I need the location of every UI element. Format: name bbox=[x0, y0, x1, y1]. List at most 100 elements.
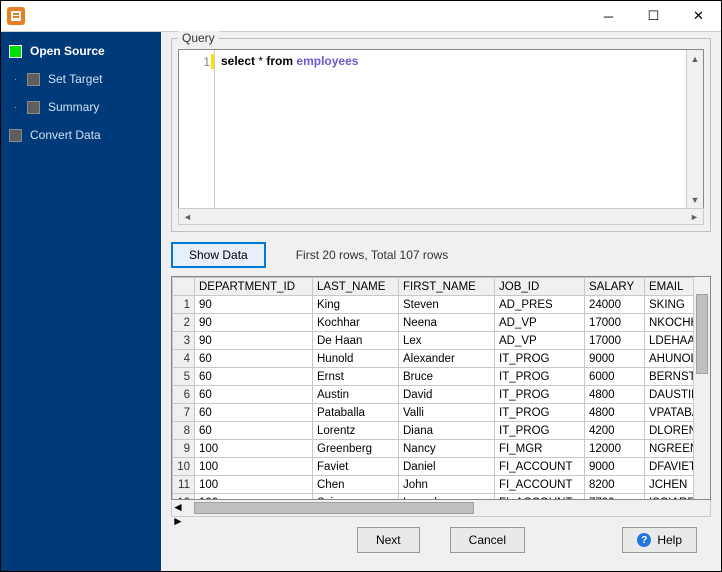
column-header[interactable]: FIRST_NAME bbox=[399, 278, 495, 296]
table-horizontal-scrollbar[interactable]: ◄ ► bbox=[171, 500, 711, 517]
table-cell[interactable]: Bruce bbox=[399, 368, 495, 386]
table-cell[interactable]: 7700 bbox=[585, 494, 645, 500]
table-cell[interactable]: DAUSTIN bbox=[645, 386, 694, 404]
table-cell[interactable]: FI_MGR bbox=[495, 440, 585, 458]
scroll-up-icon[interactable]: ▲ bbox=[687, 50, 703, 67]
table-cell[interactable]: FI_ACCOUNT bbox=[495, 476, 585, 494]
table-cell[interactable]: Chen bbox=[313, 476, 399, 494]
table-cell[interactable]: Diana bbox=[399, 422, 495, 440]
table-row[interactable]: 660AustinDavidIT_PROG4800DAUSTIN bbox=[173, 386, 694, 404]
table-cell[interactable]: FI_ACCOUNT bbox=[495, 458, 585, 476]
table-cell[interactable]: 4800 bbox=[585, 404, 645, 422]
table-cell[interactable]: 12000 bbox=[585, 440, 645, 458]
table-row[interactable]: 290KochharNeenaAD_VP17000NKOCHH bbox=[173, 314, 694, 332]
scroll-right-icon[interactable]: ► bbox=[686, 209, 703, 224]
table-cell[interactable]: 4200 bbox=[585, 422, 645, 440]
table-cell[interactable]: 60 bbox=[195, 386, 313, 404]
table-row[interactable]: 460HunoldAlexanderIT_PROG9000AHUNOL bbox=[173, 350, 694, 368]
table-cell[interactable]: 60 bbox=[195, 350, 313, 368]
table-row[interactable]: 12100SciarraIsmaelFI_ACCOUNT7700ISCIARRA bbox=[173, 494, 694, 500]
table-cell[interactable]: AD_VP bbox=[495, 314, 585, 332]
table-row[interactable]: 760PataballaValliIT_PROG4800VPATABA bbox=[173, 404, 694, 422]
step-convert-data[interactable]: Convert Data bbox=[9, 128, 153, 142]
table-cell[interactable]: DLORENT bbox=[645, 422, 694, 440]
column-header[interactable]: JOB_ID bbox=[495, 278, 585, 296]
table-cell[interactable]: 90 bbox=[195, 314, 313, 332]
table-cell[interactable]: 60 bbox=[195, 368, 313, 386]
table-cell[interactable]: LDEHAAN bbox=[645, 332, 694, 350]
table-cell[interactable]: Alexander bbox=[399, 350, 495, 368]
next-button[interactable]: Next bbox=[357, 527, 420, 553]
editor-horizontal-scrollbar[interactable]: ◄ ► bbox=[178, 208, 704, 225]
table-cell[interactable]: Faviet bbox=[313, 458, 399, 476]
table-cell[interactable]: VPATABA bbox=[645, 404, 694, 422]
table-cell[interactable]: DFAVIET bbox=[645, 458, 694, 476]
table-row[interactable]: 560ErnstBruceIT_PROG6000BERNST bbox=[173, 368, 694, 386]
table-cell[interactable]: 17000 bbox=[585, 332, 645, 350]
table-cell[interactable]: Daniel bbox=[399, 458, 495, 476]
table-cell[interactable]: Lex bbox=[399, 332, 495, 350]
table-cell[interactable]: 8200 bbox=[585, 476, 645, 494]
table-cell[interactable]: Austin bbox=[313, 386, 399, 404]
table-cell[interactable]: SKING bbox=[645, 296, 694, 314]
table-cell[interactable]: 60 bbox=[195, 404, 313, 422]
close-button[interactable]: ✕ bbox=[676, 1, 721, 31]
column-header[interactable]: LAST_NAME bbox=[313, 278, 399, 296]
table-cell[interactable]: 9000 bbox=[585, 458, 645, 476]
table-cell[interactable]: NKOCHH bbox=[645, 314, 694, 332]
table-cell[interactable]: IT_PROG bbox=[495, 350, 585, 368]
table-cell[interactable]: JCHEN bbox=[645, 476, 694, 494]
show-data-button[interactable]: Show Data bbox=[171, 242, 266, 268]
table-cell[interactable]: Lorentz bbox=[313, 422, 399, 440]
table-row[interactable]: 390De HaanLexAD_VP17000LDEHAAN bbox=[173, 332, 694, 350]
column-header[interactable]: SALARY bbox=[585, 278, 645, 296]
results-table[interactable]: DEPARTMENT_ID LAST_NAME FIRST_NAME JOB_I… bbox=[172, 277, 693, 499]
column-header[interactable]: EMAIL bbox=[645, 278, 694, 296]
scroll-down-icon[interactable]: ▼ bbox=[687, 191, 703, 208]
table-cell[interactable]: AD_VP bbox=[495, 332, 585, 350]
table-cell[interactable]: BERNST bbox=[645, 368, 694, 386]
table-cell[interactable]: 100 bbox=[195, 440, 313, 458]
table-cell[interactable]: Valli bbox=[399, 404, 495, 422]
table-cell[interactable]: AHUNOL bbox=[645, 350, 694, 368]
table-cell[interactable]: King bbox=[313, 296, 399, 314]
table-cell[interactable]: Greenberg bbox=[313, 440, 399, 458]
table-cell[interactable]: Ismael bbox=[399, 494, 495, 500]
help-button[interactable]: ? Help bbox=[622, 527, 697, 553]
step-summary[interactable]: Summary bbox=[15, 100, 153, 114]
table-cell[interactable]: 100 bbox=[195, 458, 313, 476]
editor-vertical-scrollbar[interactable]: ▲ ▼ bbox=[686, 50, 703, 208]
sql-code-area[interactable]: select * from employees bbox=[215, 50, 686, 208]
table-cell[interactable]: 90 bbox=[195, 332, 313, 350]
table-cell[interactable]: IT_PROG bbox=[495, 368, 585, 386]
table-row[interactable]: 860LorentzDianaIT_PROG4200DLORENT bbox=[173, 422, 694, 440]
table-row[interactable]: 190KingStevenAD_PRES24000SKING bbox=[173, 296, 694, 314]
table-cell[interactable]: Neena bbox=[399, 314, 495, 332]
table-cell[interactable]: 60 bbox=[195, 422, 313, 440]
table-cell[interactable]: 100 bbox=[195, 476, 313, 494]
minimize-button[interactable]: ─ bbox=[586, 1, 631, 31]
scroll-thumb[interactable] bbox=[696, 294, 708, 374]
step-open-source[interactable]: Open Source bbox=[9, 44, 153, 58]
table-cell[interactable]: Sciarra bbox=[313, 494, 399, 500]
table-cell[interactable]: 17000 bbox=[585, 314, 645, 332]
table-cell[interactable]: AD_PRES bbox=[495, 296, 585, 314]
table-cell[interactable]: John bbox=[399, 476, 495, 494]
table-cell[interactable]: Steven bbox=[399, 296, 495, 314]
table-cell[interactable]: David bbox=[399, 386, 495, 404]
step-set-target[interactable]: Set Target bbox=[15, 72, 153, 86]
table-row[interactable]: 9100GreenbergNancyFI_MGR12000NGREENE bbox=[173, 440, 694, 458]
scroll-thumb[interactable] bbox=[194, 502, 474, 514]
table-cell[interactable]: Hunold bbox=[313, 350, 399, 368]
sql-editor[interactable]: 1 select * from employees ▲ ▼ bbox=[178, 49, 704, 209]
table-cell[interactable]: Kochhar bbox=[313, 314, 399, 332]
table-cell[interactable]: 24000 bbox=[585, 296, 645, 314]
table-cell[interactable]: 6000 bbox=[585, 368, 645, 386]
cancel-button[interactable]: Cancel bbox=[450, 527, 525, 553]
maximize-button[interactable]: ☐ bbox=[631, 1, 676, 31]
table-cell[interactable]: 100 bbox=[195, 494, 313, 500]
table-vertical-scrollbar[interactable] bbox=[693, 277, 710, 499]
table-cell[interactable]: De Haan bbox=[313, 332, 399, 350]
scroll-left-icon[interactable]: ◄ bbox=[179, 209, 196, 224]
table-row[interactable]: 11100ChenJohnFI_ACCOUNT8200JCHEN bbox=[173, 476, 694, 494]
